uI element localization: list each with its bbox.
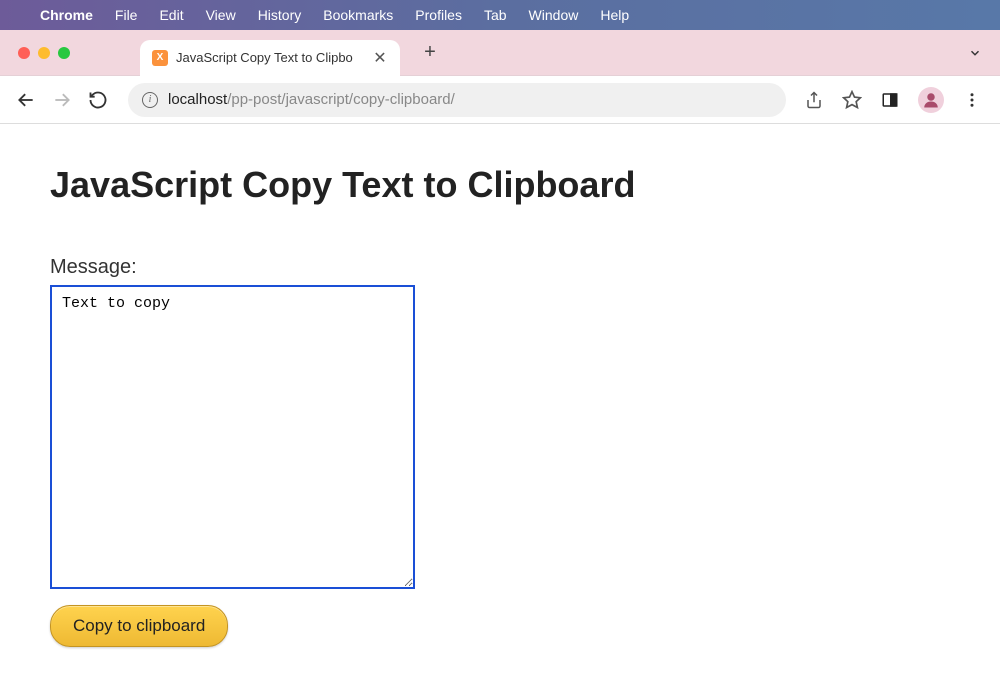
menubar-bookmarks[interactable]: Bookmarks [323,7,393,23]
menubar-file[interactable]: File [115,7,138,23]
tab-title: JavaScript Copy Text to Clipbo [176,50,364,65]
reload-button[interactable] [86,88,110,112]
browser-toolbar: i localhost/pp-post/javascript/copy-clip… [0,76,1000,124]
browser-tab[interactable]: X JavaScript Copy Text to Clipbo ✕ [140,40,400,76]
profile-avatar-icon[interactable] [918,87,944,113]
menubar-edit[interactable]: Edit [159,7,183,23]
site-info-icon[interactable]: i [142,92,158,108]
message-label: Message: [50,256,950,279]
page-heading: JavaScript Copy Text to Clipboard [50,164,950,206]
macos-menubar: Chrome File Edit View History Bookmarks … [0,0,1000,30]
side-panel-icon[interactable] [880,90,900,110]
message-textarea[interactable] [50,285,415,589]
menubar-profiles[interactable]: Profiles [415,7,462,23]
bookmark-star-icon[interactable] [842,90,862,110]
menubar-history[interactable]: History [258,7,302,23]
new-tab-button[interactable]: + [416,39,444,67]
url-text: localhost/pp-post/javascript/copy-clipbo… [168,91,455,108]
menubar-help[interactable]: Help [600,7,629,23]
forward-button[interactable] [50,88,74,112]
tab-favicon-icon: X [152,50,168,66]
maximize-window-button[interactable] [58,47,70,59]
share-icon[interactable] [804,90,824,110]
tab-close-icon[interactable]: ✕ [372,48,388,68]
close-window-button[interactable] [18,47,30,59]
menubar-tab[interactable]: Tab [484,7,507,23]
address-bar[interactable]: i localhost/pp-post/javascript/copy-clip… [128,83,786,117]
page-content: JavaScript Copy Text to Clipboard Messag… [0,124,1000,687]
url-path: /pp-post/javascript/copy-clipboard/ [227,91,455,108]
menubar-view[interactable]: View [206,7,236,23]
toolbar-right [804,87,986,113]
tab-strip: X JavaScript Copy Text to Clipbo ✕ + [0,30,1000,76]
menubar-app-name[interactable]: Chrome [40,7,93,23]
url-host: localhost [168,91,227,108]
menubar-window[interactable]: Window [529,7,579,23]
back-button[interactable] [14,88,38,112]
tabs-dropdown-icon[interactable] [968,46,982,60]
copy-to-clipboard-button[interactable]: Copy to clipboard [50,605,228,647]
chrome-menu-icon[interactable] [962,90,982,110]
window-controls [18,47,70,59]
minimize-window-button[interactable] [38,47,50,59]
